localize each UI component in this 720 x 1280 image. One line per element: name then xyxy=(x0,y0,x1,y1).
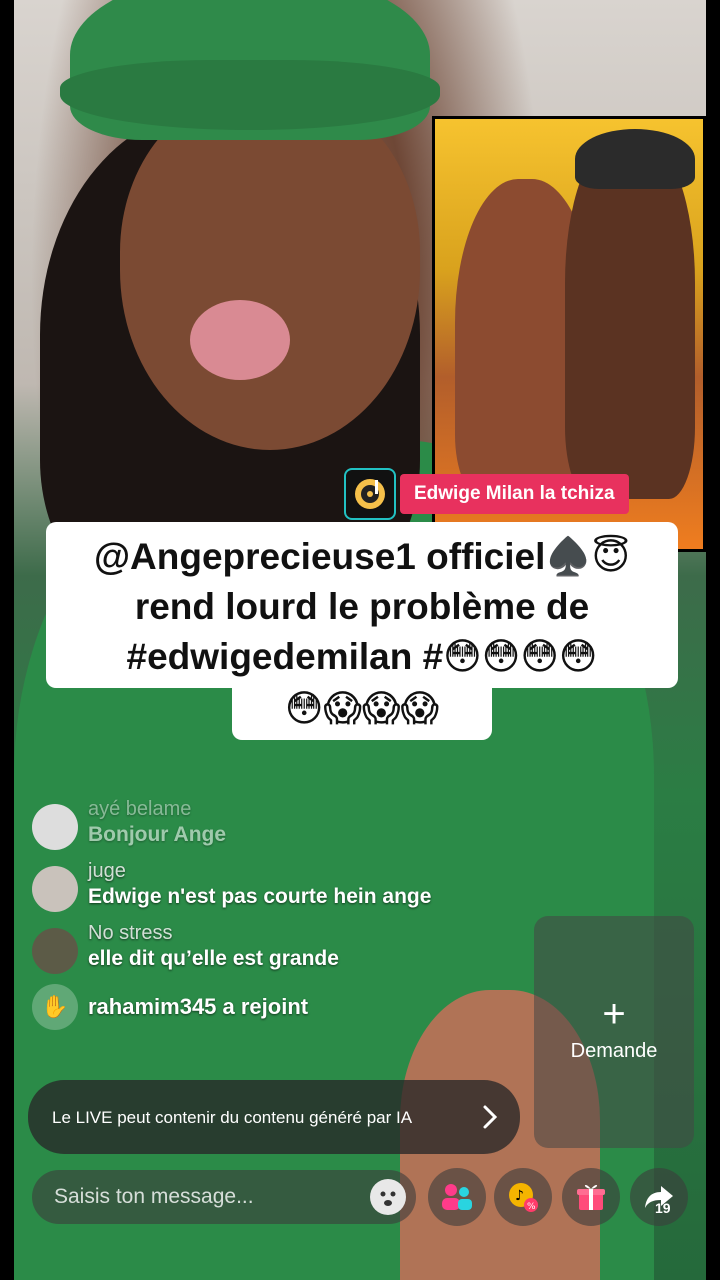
avatar xyxy=(32,928,78,974)
music-disc-icon xyxy=(344,468,396,520)
smiley-icon[interactable] xyxy=(370,1179,406,1215)
message-placeholder: Saisis ton message... xyxy=(54,1185,254,1208)
promo-icon[interactable]: ♪ % xyxy=(494,1168,552,1226)
comment-message: elle dit qu’elle est grande xyxy=(88,947,339,970)
gift-icon[interactable] xyxy=(562,1168,620,1226)
comment-feed: ayé belame Bonjour Ange juge Edwige n'es… xyxy=(32,798,512,1040)
host-lips xyxy=(190,300,290,380)
share-count: 19 xyxy=(655,1200,671,1216)
message-input[interactable]: Saisis ton message... xyxy=(32,1170,416,1224)
join-text: rahamim345 a rejoint xyxy=(88,994,309,1019)
notice-text: Le LIVE peut contenir du contenu généré … xyxy=(52,1107,413,1127)
caption-text: @Angeprecieuse1 officiel♠️😇 rend lourd l… xyxy=(46,522,678,688)
music-tag[interactable]: Edwige Milan la tchiza xyxy=(344,468,629,520)
share-icon[interactable] xyxy=(630,1168,688,1226)
inset-person-right xyxy=(565,139,695,499)
ai-content-notice[interactable]: Le LIVE peut contenir du contenu généré … xyxy=(28,1080,520,1154)
chevron-right-icon xyxy=(483,1105,498,1129)
comment-user: No stress xyxy=(88,922,173,944)
wave-hand-icon: ✋ xyxy=(32,984,78,1030)
host-cap-visor xyxy=(60,60,440,130)
music-label: Edwige Milan la tchiza xyxy=(400,474,629,514)
letterbox-right xyxy=(706,0,720,1280)
guests-icon[interactable] xyxy=(428,1168,486,1226)
svg-text:%: % xyxy=(527,1202,536,1212)
inset-person-cap xyxy=(575,129,695,189)
request-card[interactable]: + Demande xyxy=(534,916,694,1148)
video-caption: @Angeprecieuse1 officiel♠️😇 rend lourd l… xyxy=(46,522,678,740)
comment-message: Edwige n'est pas courte hein ange xyxy=(88,885,432,908)
comment-item[interactable]: No stress elle dit qu’elle est grande xyxy=(32,922,512,974)
host-face xyxy=(120,90,420,450)
comment-message: Bonjour Ange xyxy=(88,823,227,846)
comment-item[interactable]: ayé belame Bonjour Ange xyxy=(32,798,512,850)
comment-user: juge xyxy=(88,860,126,882)
avatar xyxy=(32,866,78,912)
svg-text:♪: ♪ xyxy=(515,1188,524,1204)
plus-icon: + xyxy=(602,992,626,1036)
caption-text-tail: 😳😱😱😱 xyxy=(232,682,492,740)
letterbox-left xyxy=(0,0,14,1280)
live-stream-view: Edwige Milan la tchiza @Angeprecieuse1 o… xyxy=(0,0,720,1280)
comment-user: ayé belame xyxy=(88,798,192,820)
join-notification: ✋ rahamim345 a rejoint xyxy=(32,984,512,1030)
avatar xyxy=(32,804,78,850)
request-label: Demande xyxy=(570,1040,658,1062)
comment-item[interactable]: juge Edwige n'est pas courte hein ange xyxy=(32,860,512,912)
